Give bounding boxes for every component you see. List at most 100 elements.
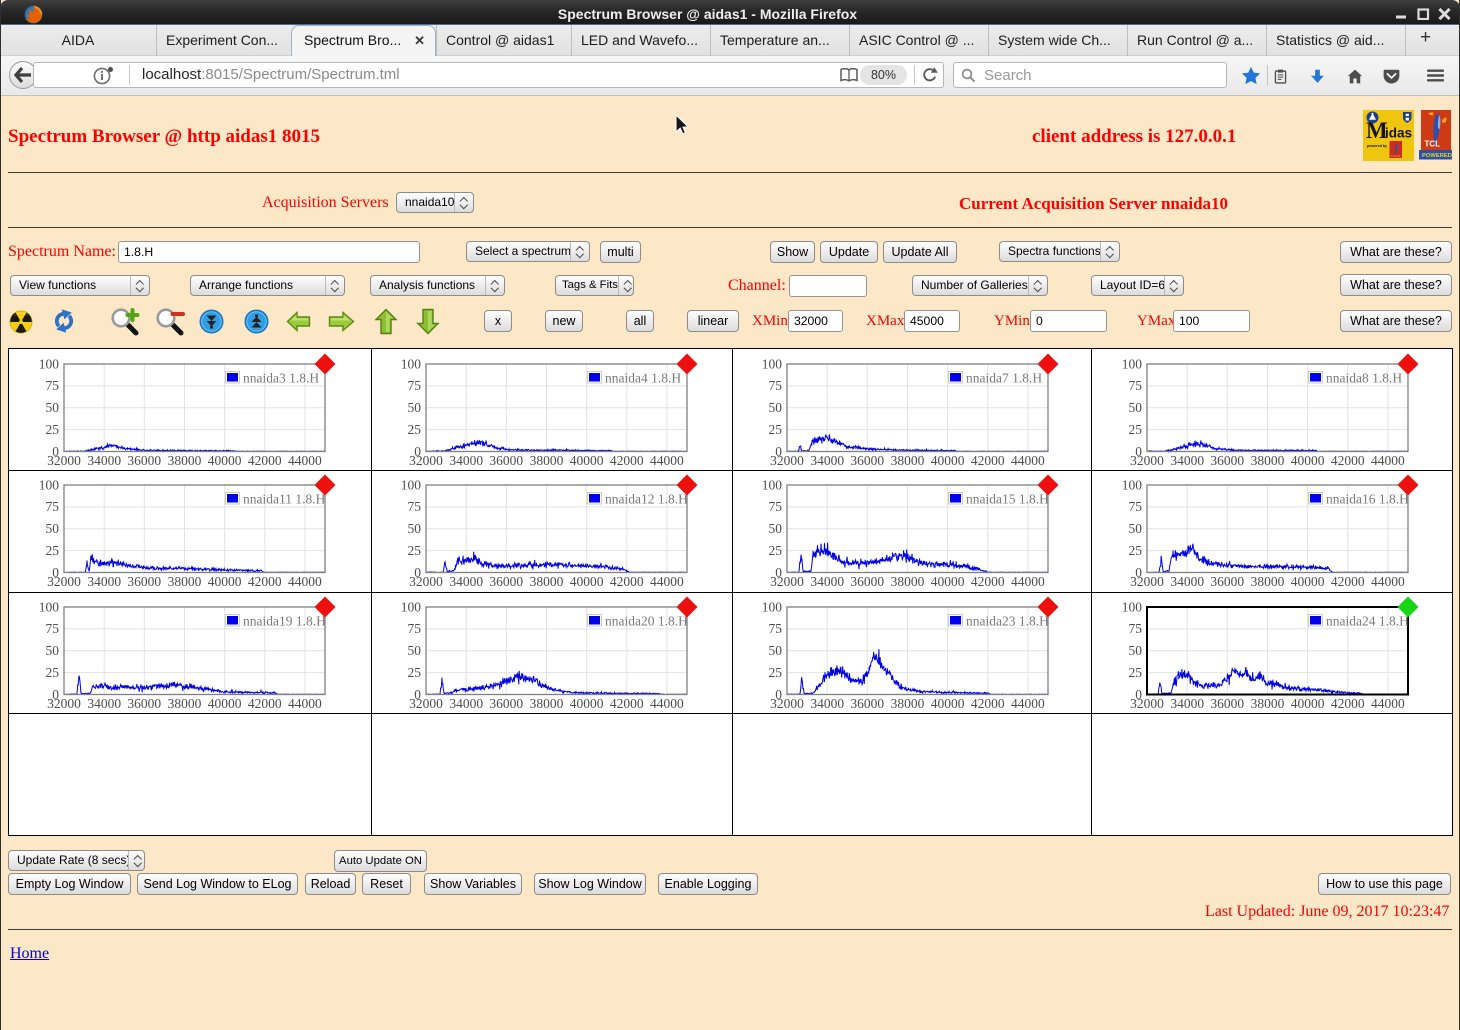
svg-text:nnaida7 1.8.H: nnaida7 1.8.H <box>966 371 1042 386</box>
svg-text:100: 100 <box>39 356 60 371</box>
svg-text:40000: 40000 <box>570 453 604 468</box>
svg-text:75: 75 <box>408 499 422 514</box>
svg-text:34000: 34000 <box>87 453 121 468</box>
svg-text:40000: 40000 <box>931 574 965 589</box>
svg-text:25: 25 <box>769 665 783 680</box>
svg-text:38000: 38000 <box>891 696 925 711</box>
svg-text:44000: 44000 <box>288 696 322 711</box>
svg-text:36000: 36000 <box>1210 696 1244 711</box>
svg-text:25: 25 <box>769 543 783 558</box>
svg-text:38000: 38000 <box>168 574 202 589</box>
svg-text:44000: 44000 <box>1011 453 1045 468</box>
svg-text:50: 50 <box>408 521 422 536</box>
svg-text:44000: 44000 <box>1011 696 1045 711</box>
svg-text:100: 100 <box>1121 477 1142 492</box>
svg-text:25: 25 <box>408 665 422 680</box>
svg-text:42000: 42000 <box>971 574 1005 589</box>
svg-text:nnaida20 1.8.H: nnaida20 1.8.H <box>605 614 688 629</box>
svg-text:40000: 40000 <box>570 574 604 589</box>
svg-text:38000: 38000 <box>891 574 925 589</box>
svg-text:36000: 36000 <box>489 696 523 711</box>
svg-text:32000: 32000 <box>1130 696 1164 711</box>
svg-text:75: 75 <box>769 499 783 514</box>
svg-text:nnaida11 1.8.H: nnaida11 1.8.H <box>243 492 326 507</box>
svg-text:34000: 34000 <box>810 453 844 468</box>
svg-text:75: 75 <box>769 621 783 636</box>
svg-text:100: 100 <box>762 599 783 614</box>
svg-text:nnaida8 1.8.H: nnaida8 1.8.H <box>1326 371 1402 386</box>
svg-text:36000: 36000 <box>850 696 884 711</box>
svg-text:38000: 38000 <box>530 453 564 468</box>
svg-text:34000: 34000 <box>1170 696 1204 711</box>
svg-text:75: 75 <box>46 499 60 514</box>
svg-text:44000: 44000 <box>1371 574 1405 589</box>
svg-text:nnaida16 1.8.H: nnaida16 1.8.H <box>1326 492 1409 507</box>
svg-text:40000: 40000 <box>931 696 965 711</box>
svg-text:40000: 40000 <box>1290 453 1324 468</box>
svg-text:75: 75 <box>408 621 422 636</box>
svg-text:32000: 32000 <box>47 453 81 468</box>
svg-text:34000: 34000 <box>87 696 121 711</box>
svg-text:36000: 36000 <box>127 453 161 468</box>
svg-text:38000: 38000 <box>891 453 925 468</box>
svg-text:TCL/TK: TCL/TK <box>1391 154 1401 158</box>
svg-text:75: 75 <box>1128 499 1142 514</box>
svg-text:36000: 36000 <box>489 453 523 468</box>
svg-text:42000: 42000 <box>1330 453 1364 468</box>
svg-text:32000: 32000 <box>47 696 81 711</box>
svg-text:25: 25 <box>46 543 60 558</box>
svg-text:42000: 42000 <box>248 453 282 468</box>
svg-text:100: 100 <box>762 477 783 492</box>
svg-text:powered by: powered by <box>1367 144 1387 148</box>
svg-text:50: 50 <box>1128 521 1142 536</box>
svg-text:nnaida3 1.8.H: nnaida3 1.8.H <box>243 371 319 386</box>
svg-text:32000: 32000 <box>770 574 804 589</box>
svg-text:36000: 36000 <box>127 696 161 711</box>
svg-text:nnaida19 1.8.H: nnaida19 1.8.H <box>243 614 326 629</box>
svg-text:44000: 44000 <box>650 453 684 468</box>
svg-text:32000: 32000 <box>770 453 804 468</box>
svg-text:25: 25 <box>1128 665 1142 680</box>
svg-text:38000: 38000 <box>1250 453 1284 468</box>
svg-text:25: 25 <box>1128 422 1142 437</box>
svg-text:40000: 40000 <box>208 696 242 711</box>
svg-text:38000: 38000 <box>168 453 202 468</box>
svg-text:42000: 42000 <box>610 696 644 711</box>
svg-text:32000: 32000 <box>1130 574 1164 589</box>
svg-text:idas: idas <box>1385 126 1412 141</box>
svg-text:42000: 42000 <box>971 696 1005 711</box>
svg-text:50: 50 <box>769 643 783 658</box>
svg-text:75: 75 <box>46 378 60 393</box>
svg-text:75: 75 <box>1128 378 1142 393</box>
svg-text:32000: 32000 <box>47 574 81 589</box>
svg-text:44000: 44000 <box>1011 574 1045 589</box>
svg-text:50: 50 <box>769 521 783 536</box>
svg-text:38000: 38000 <box>530 574 564 589</box>
svg-text:25: 25 <box>1128 543 1142 558</box>
svg-text:34000: 34000 <box>810 574 844 589</box>
svg-text:50: 50 <box>408 400 422 415</box>
svg-text:40000: 40000 <box>208 453 242 468</box>
svg-text:100: 100 <box>762 356 783 371</box>
svg-text:50: 50 <box>1128 643 1142 658</box>
svg-text:44000: 44000 <box>650 574 684 589</box>
svg-text:36000: 36000 <box>489 574 523 589</box>
svg-text:25: 25 <box>46 665 60 680</box>
svg-text:42000: 42000 <box>1330 574 1364 589</box>
svg-text:38000: 38000 <box>168 696 202 711</box>
svg-text:36000: 36000 <box>850 453 884 468</box>
svg-text:50: 50 <box>408 643 422 658</box>
svg-text:40000: 40000 <box>208 574 242 589</box>
svg-text:44000: 44000 <box>650 696 684 711</box>
svg-text:34000: 34000 <box>87 574 121 589</box>
svg-text:nnaida12 1.8.H: nnaida12 1.8.H <box>605 492 688 507</box>
svg-text:50: 50 <box>46 643 60 658</box>
svg-text:32000: 32000 <box>409 574 443 589</box>
svg-text:32000: 32000 <box>409 453 443 468</box>
svg-text:34000: 34000 <box>449 453 483 468</box>
svg-text:POWERED: POWERED <box>1422 153 1452 159</box>
svg-text:36000: 36000 <box>127 574 161 589</box>
svg-text:100: 100 <box>1121 356 1142 371</box>
svg-text:25: 25 <box>408 422 422 437</box>
svg-text:42000: 42000 <box>971 453 1005 468</box>
